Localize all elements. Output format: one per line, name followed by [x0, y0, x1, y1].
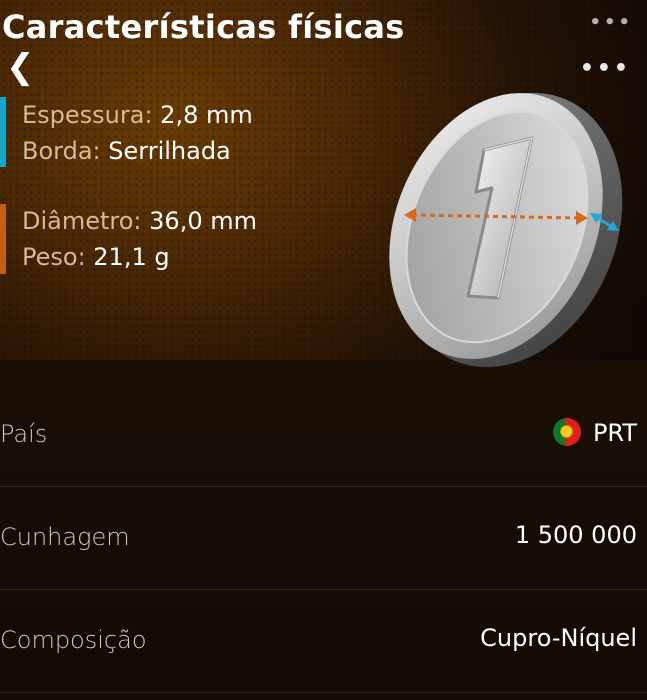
spec-thickness: Espessura: 2,8 mm: [22, 97, 253, 133]
spec-group-thickness: Espessura: 2,8 mm Borda: Serrilhada: [0, 97, 253, 169]
status-bar-dots: •••: [589, 12, 633, 33]
country-code: PRT: [592, 419, 637, 447]
composition-value: Cupro-Níquel: [480, 624, 637, 652]
portugal-flag-icon: [552, 418, 581, 446]
mintage-value: 1 500 000: [514, 521, 637, 549]
spec-diameter-value: 36,0 mm: [141, 207, 257, 235]
spec-weight-value: 21,1 g: [85, 243, 170, 271]
spec-thickness-label: Espessura:: [22, 101, 153, 129]
coin-image: [389, 92, 623, 368]
back-button[interactable]: ❮: [6, 50, 35, 84]
composition-label: Composição: [0, 626, 147, 654]
country-value: PRT: [552, 418, 637, 447]
spec-weight: Peso: 21,1 g: [22, 239, 257, 275]
coin-illustration: [380, 80, 642, 380]
spec-edge-value: Serrilhada: [100, 137, 231, 165]
spec-edge: Borda: Serrilhada: [22, 133, 253, 169]
spec-diameter-label: Diâmetro:: [22, 207, 142, 235]
more-options-button[interactable]: •••: [580, 56, 631, 81]
spec-edge-label: Borda:: [22, 137, 101, 165]
spec-weight-label: Peso:: [22, 243, 86, 271]
detail-row-country: País PRT: [0, 383, 647, 487]
spec-group-diameter: Diâmetro: 36,0 mm Peso: 21,1 g: [0, 203, 257, 275]
detail-row-mintage: Cunhagem 1 500 000: [0, 486, 647, 590]
page-title: Características físicas: [2, 8, 405, 46]
detail-row-composition: Composição Cupro-Níquel: [0, 589, 647, 693]
spec-thickness-value: 2,8 mm: [152, 101, 253, 129]
spec-diameter: Diâmetro: 36,0 mm: [22, 203, 257, 239]
mintage-label: Cunhagem: [0, 523, 130, 551]
country-label: País: [0, 420, 48, 448]
